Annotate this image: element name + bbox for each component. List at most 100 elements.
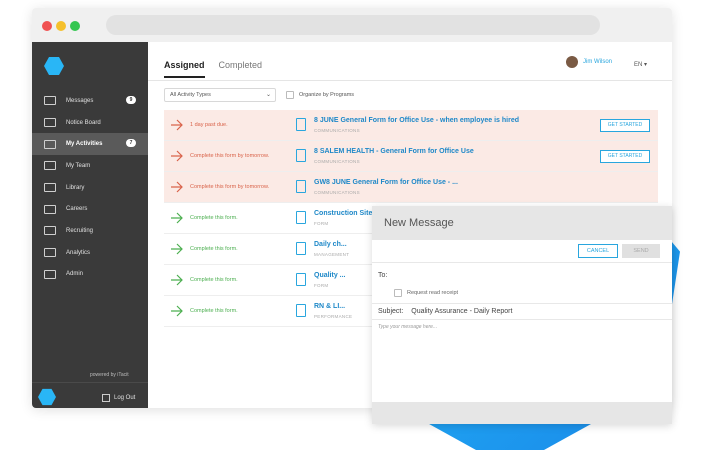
row-category: COMMUNICATIONS xyxy=(314,128,360,133)
sidebar-item-label: Recruiting xyxy=(66,227,94,234)
row-status: Complete this form. xyxy=(190,277,238,283)
row-category: FORM xyxy=(314,283,329,288)
sidebar-item-library[interactable]: Library xyxy=(32,177,148,199)
sidebar-item-careers[interactable]: Careers xyxy=(32,198,148,220)
row-title[interactable]: Daily ch... xyxy=(314,241,347,248)
activity-tabs: Assigned Completed xyxy=(164,60,262,78)
gear-icon xyxy=(44,269,56,279)
row-title[interactable]: 8 SALEM HEALTH - General Form for Office… xyxy=(314,148,474,155)
recruiting-icon xyxy=(44,226,56,236)
sidebar: Messages 9 Notice Board My Activities 7 … xyxy=(32,42,148,408)
browser-chrome xyxy=(32,8,672,42)
row-title[interactable]: 8 JUNE General Form for Office Use - whe… xyxy=(314,117,519,124)
row-category: COMMUNICATIONS xyxy=(314,159,360,164)
form-icon xyxy=(296,211,306,224)
arrow-right-icon xyxy=(171,243,183,255)
chevron-down-icon: ⌄ xyxy=(265,92,271,98)
powered-by-text: powered by iTacit xyxy=(90,372,129,378)
sidebar-item-messages[interactable]: Messages 9 xyxy=(32,90,148,112)
logout-button[interactable]: Log Out xyxy=(102,394,135,402)
language-selector[interactable]: EN ▾ xyxy=(634,61,647,68)
minimize-window-button[interactable] xyxy=(56,21,66,31)
arrow-right-icon xyxy=(171,274,183,286)
row-title[interactable]: Construction Site ... xyxy=(314,210,380,217)
dialog-divider xyxy=(372,319,672,320)
read-receipt-label: Request read receipt xyxy=(407,290,459,296)
sidebar-item-analytics[interactable]: Analytics xyxy=(32,242,148,264)
arrow-right-icon xyxy=(171,181,183,193)
sidebar-item-recruiting[interactable]: Recruiting xyxy=(32,220,148,242)
sidebar-item-label: Admin xyxy=(66,271,84,278)
to-label: To: xyxy=(378,272,388,279)
row-category: FORM xyxy=(314,221,329,226)
get-started-button[interactable]: GET STARTED xyxy=(600,150,650,163)
form-icon xyxy=(296,149,306,162)
tab-assigned[interactable]: Assigned xyxy=(164,60,205,78)
sidebar-item-label: Library xyxy=(66,184,85,191)
send-button[interactable]: SEND xyxy=(622,244,660,258)
messages-count-badge: 9 xyxy=(126,96,136,104)
message-body-input[interactable]: Type your message here... xyxy=(378,324,437,330)
organize-checkbox[interactable] xyxy=(286,91,294,99)
app-logo[interactable] xyxy=(44,57,64,75)
sidebar-item-my-team[interactable]: My Team xyxy=(32,155,148,177)
maximize-window-button[interactable] xyxy=(70,21,80,31)
sidebar-item-my-activities[interactable]: My Activities 7 xyxy=(32,133,148,156)
list-item[interactable]: Complete this form by tomorrow. GW8 JUNE… xyxy=(164,172,658,203)
row-status: Complete this form. xyxy=(190,246,238,252)
row-category: PERFORMANCE xyxy=(314,314,353,319)
avatar xyxy=(566,56,578,68)
book-icon xyxy=(44,183,56,193)
activity-type-select[interactable]: All Activity Types ⌄ xyxy=(164,88,276,102)
sidebar-divider xyxy=(32,382,148,383)
notice-board-icon xyxy=(44,118,56,128)
row-title[interactable]: RN & LI... xyxy=(314,303,345,310)
sidebar-item-label: Careers xyxy=(66,206,88,213)
address-bar[interactable] xyxy=(106,15,600,35)
organize-by-programs[interactable]: Organize by Programs xyxy=(286,91,354,99)
list-item[interactable]: 1 day past due. 8 JUNE General Form for … xyxy=(164,110,658,141)
read-receipt-option[interactable]: Request read receipt xyxy=(394,289,458,297)
close-window-button[interactable] xyxy=(42,21,52,31)
sidebar-item-label: Messages xyxy=(66,97,94,104)
row-category: MANAGEMENT xyxy=(314,252,350,257)
row-category: COMMUNICATIONS xyxy=(314,190,360,195)
row-title[interactable]: GW8 JUNE General Form for Office Use - .… xyxy=(314,179,458,186)
team-icon xyxy=(44,161,56,171)
tab-completed[interactable]: Completed xyxy=(219,60,263,78)
form-icon xyxy=(296,180,306,193)
form-icon xyxy=(296,273,306,286)
list-item[interactable]: Complete this form by tomorrow. 8 SALEM … xyxy=(164,141,658,172)
sidebar-item-label: Notice Board xyxy=(66,119,101,126)
dialog-footer xyxy=(372,402,672,424)
row-status: Complete this form. xyxy=(190,308,238,314)
get-started-button[interactable]: GET STARTED xyxy=(600,119,650,132)
arrow-right-icon xyxy=(171,212,183,224)
dialog-divider xyxy=(372,303,672,304)
form-icon xyxy=(296,118,306,131)
activities-count-badge: 7 xyxy=(126,139,136,148)
row-status: Complete this form by tomorrow. xyxy=(190,184,270,190)
row-status: Complete this form by tomorrow. xyxy=(190,153,270,159)
dialog-title: New Message xyxy=(372,206,672,240)
sidebar-item-label: My Activities xyxy=(66,141,103,148)
briefcase-icon xyxy=(44,204,56,214)
sidebar-item-notice-board[interactable]: Notice Board xyxy=(32,112,148,134)
form-icon xyxy=(296,304,306,317)
user-menu[interactable]: Jim Wilson xyxy=(566,56,612,68)
activities-icon xyxy=(44,139,56,149)
sidebar-item-label: My Team xyxy=(66,162,91,169)
sidebar-item-admin[interactable]: Admin xyxy=(32,264,148,286)
cancel-button[interactable]: CANCEL xyxy=(578,244,618,258)
row-title[interactable]: Quality ... xyxy=(314,272,346,279)
stage: Messages 9 Notice Board My Activities 7 … xyxy=(0,0,703,457)
messages-icon xyxy=(44,96,56,106)
logout-label: Log Out xyxy=(114,395,136,401)
analytics-icon xyxy=(44,248,56,258)
logout-icon xyxy=(102,394,110,402)
subject-field[interactable]: Subject: Quality Assurance - Daily Repor… xyxy=(378,308,512,315)
arrow-right-icon xyxy=(171,150,183,162)
read-receipt-checkbox[interactable] xyxy=(394,289,402,297)
activity-type-value: All Activity Types xyxy=(170,92,211,98)
row-status: Complete this form. xyxy=(190,215,238,221)
